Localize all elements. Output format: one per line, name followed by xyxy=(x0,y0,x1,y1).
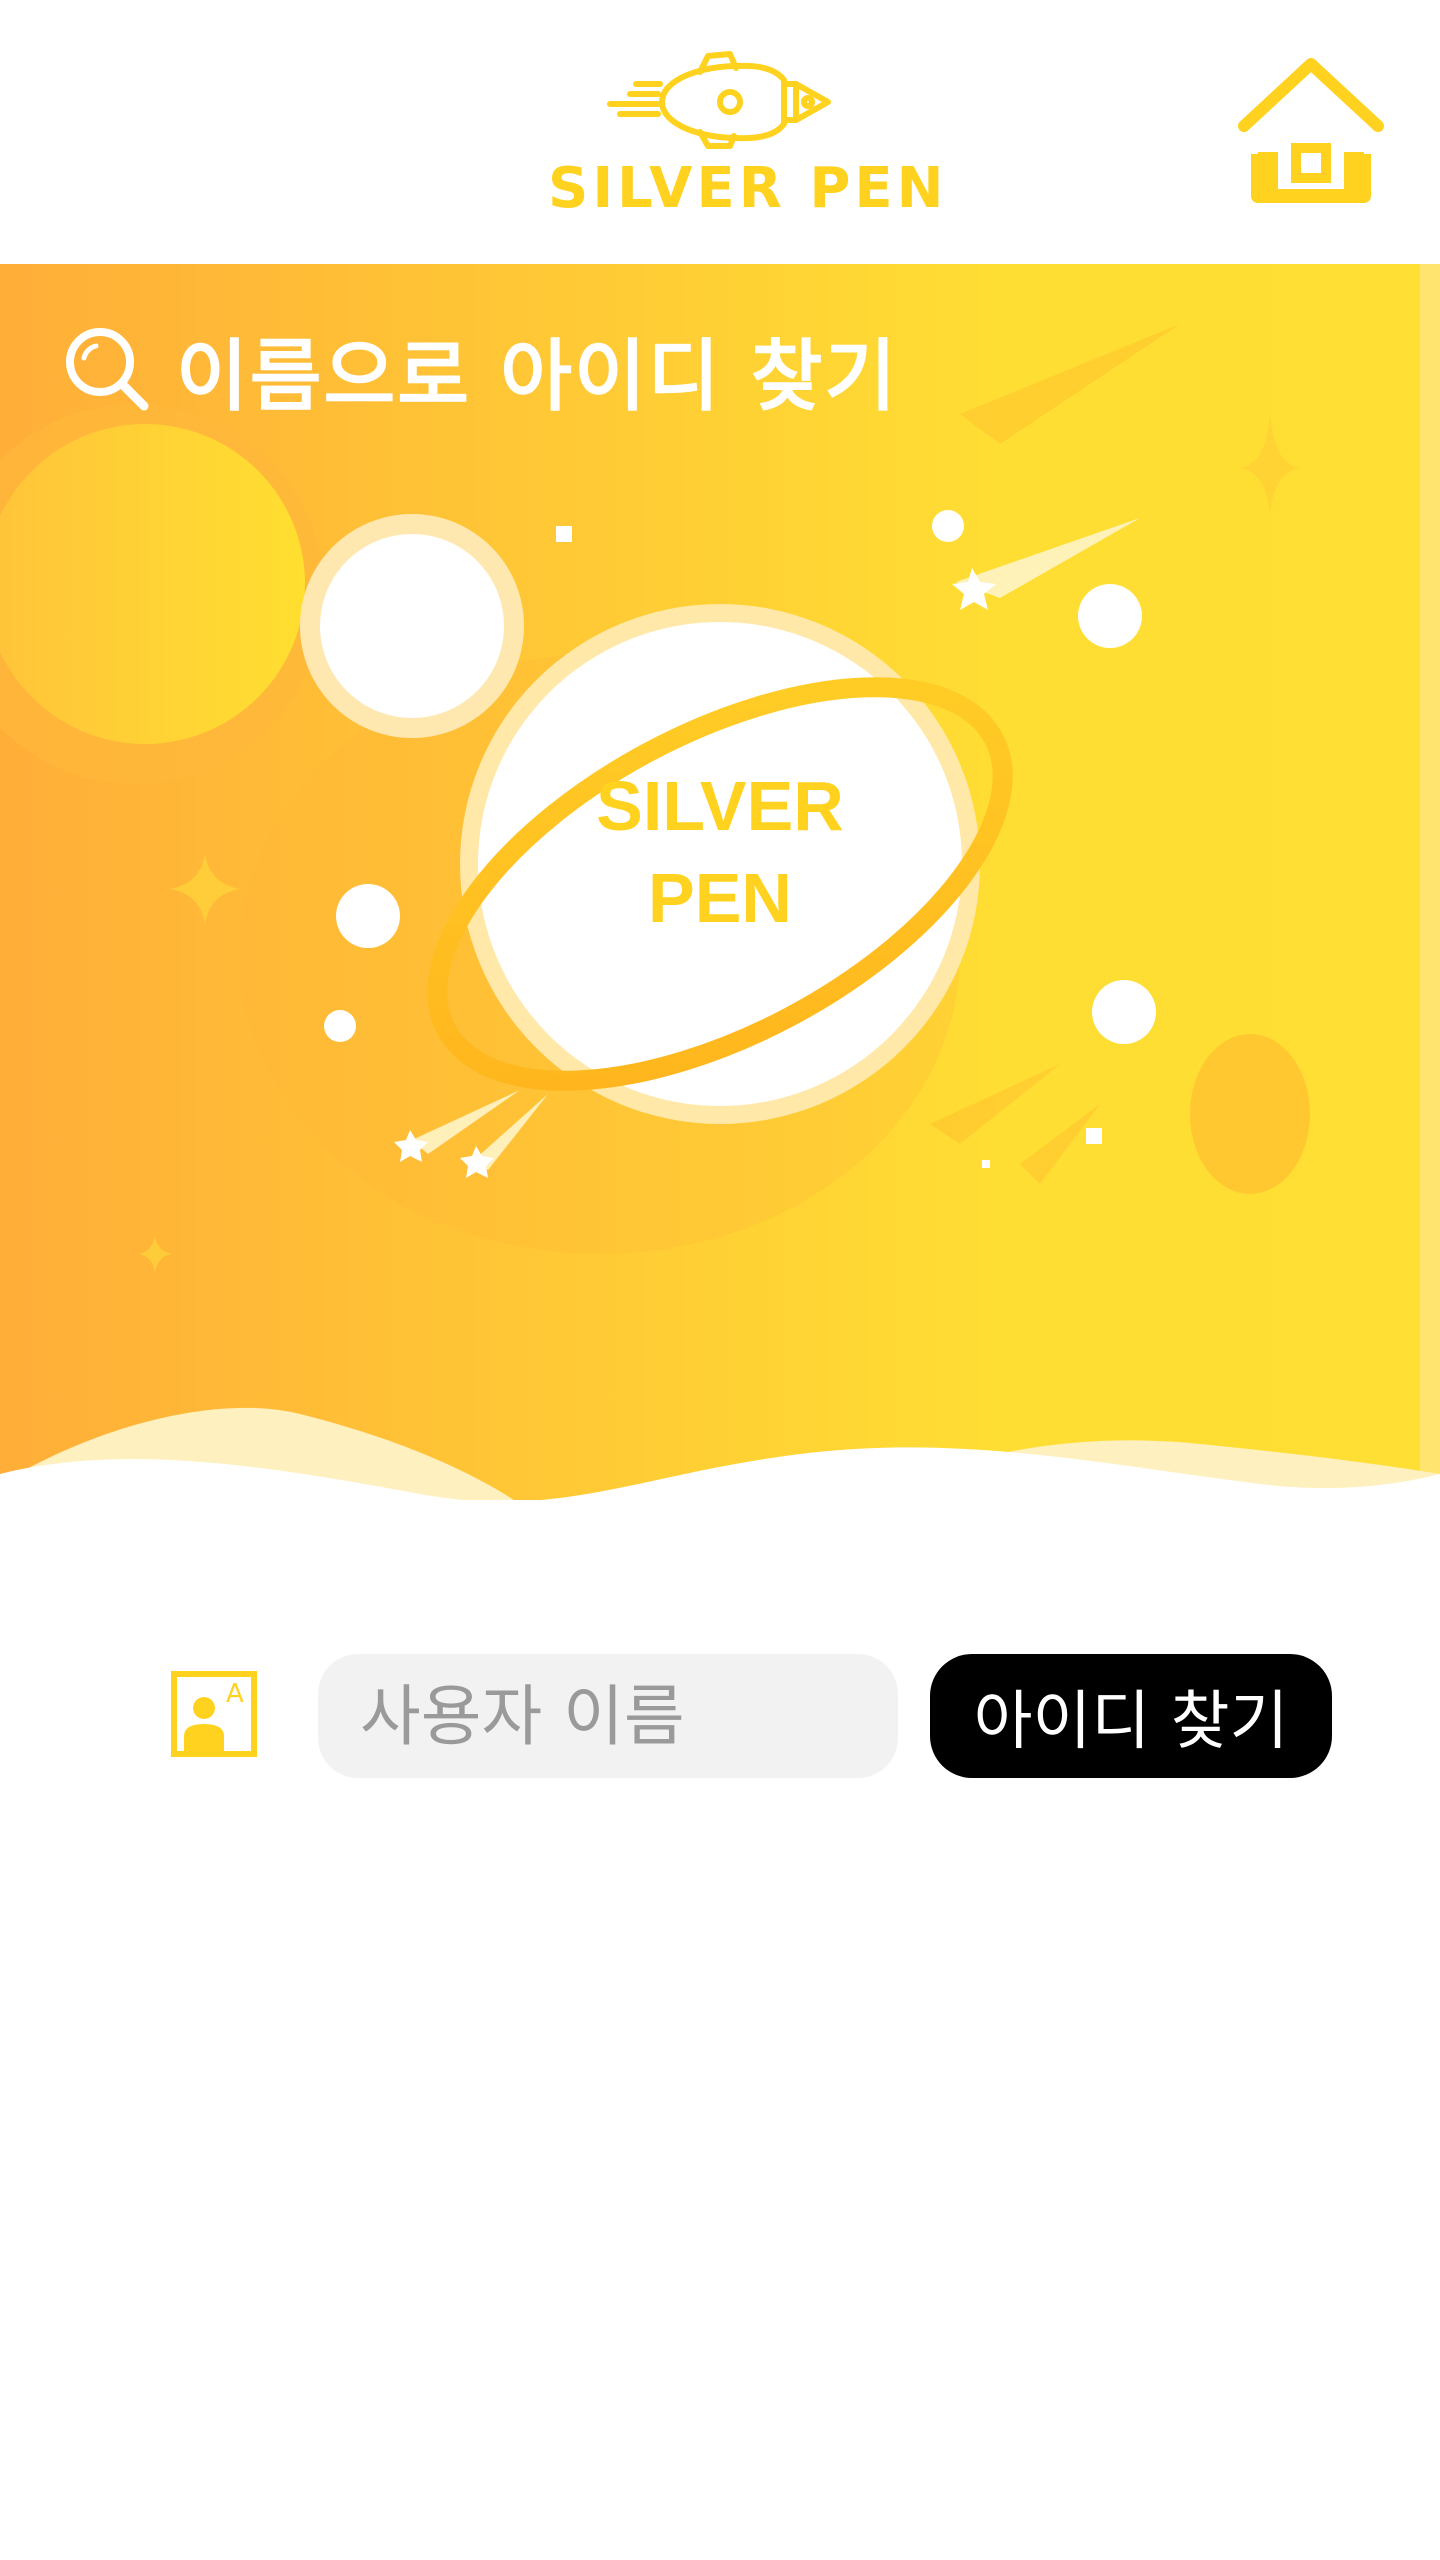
rocket-pen-icon xyxy=(607,51,831,149)
username-input[interactable] xyxy=(318,1654,898,1778)
svg-text:A: A xyxy=(226,1679,244,1709)
user-card-icon: A xyxy=(171,1671,257,1757)
planet-text-line-2: PEN xyxy=(648,859,792,937)
planet-brand-text: SILVER PEN xyxy=(520,760,920,944)
home-icon xyxy=(1238,58,1384,203)
find-id-button[interactable]: 아이디 찾기 xyxy=(930,1654,1332,1778)
brand-name: SILVER PEN xyxy=(548,156,948,221)
planet-text-line-1: SILVER xyxy=(596,767,844,845)
find-id-form: A 아이디 찾기 xyxy=(0,1640,1440,1778)
silver-pen-logo: SILVER PEN xyxy=(548,50,948,221)
app-header: SILVER PEN xyxy=(0,0,1440,264)
hero-banner: 이름으로 아이디 찾기 SILVER PEN xyxy=(0,264,1440,1500)
home-button[interactable] xyxy=(1236,56,1386,206)
page-title: 이름으로 아이디 찾기 xyxy=(176,332,899,422)
search-icon xyxy=(66,328,149,411)
